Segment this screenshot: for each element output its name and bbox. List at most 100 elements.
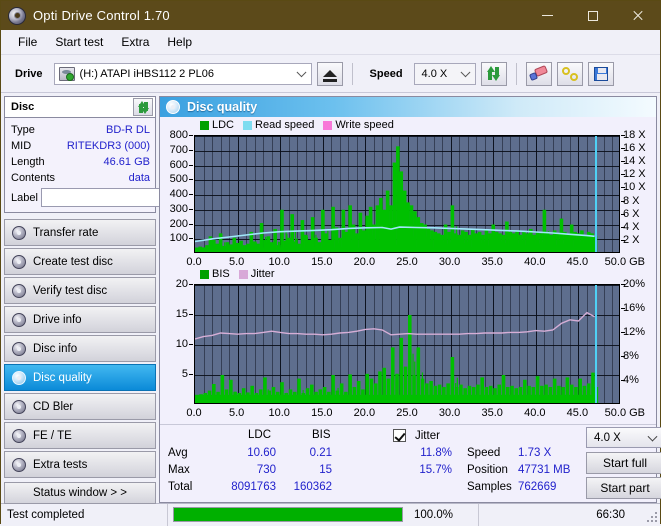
status-window-button[interactable]: Status window > >	[4, 482, 156, 504]
x-tick-label: 50.0 GB	[605, 407, 645, 419]
x-tick-label: 40.0	[524, 407, 545, 419]
menu-item-help[interactable]: Help	[158, 32, 201, 52]
sidebar-item-drive-info[interactable]: Drive info	[4, 306, 156, 333]
eject-button[interactable]	[317, 62, 343, 86]
y2-tick-label: 4%	[623, 374, 639, 386]
stats-row-label-avg: Avg	[168, 447, 188, 459]
status-bar: Test completed 100.0% 66:30	[1, 503, 660, 525]
legend-label: Jitter	[251, 268, 275, 280]
sidebar-label-create-test-disc: Create test disc	[33, 256, 113, 268]
disc-label-row: Label	[11, 188, 150, 207]
x-tick-label: 5.0	[229, 407, 244, 419]
close-icon	[632, 10, 643, 21]
test-speed-select[interactable]: 4.0 X	[586, 427, 661, 448]
stats-area: LDC BIS Avg Max Total 10.60 730 8091763 …	[160, 424, 656, 502]
stats-header-bis: BIS	[312, 429, 331, 441]
refresh-button[interactable]	[481, 62, 507, 86]
position-stat-value: 47731 MB	[518, 464, 570, 476]
drive-label: Drive	[7, 68, 49, 80]
sidebar: Disc Type BD-R DL MID RITEKDR3 (000)	[1, 93, 158, 503]
disc-row-length: Length 46.61 GB	[11, 154, 150, 170]
disc-value-mid: RITEKDR3 (000)	[67, 140, 150, 152]
eraser-icon	[530, 67, 547, 80]
sidebar-item-cd-bler[interactable]: CD Bler	[4, 393, 156, 420]
toolbar-divider	[352, 63, 353, 85]
sidebar-label-cd-bler: CD Bler	[33, 401, 73, 413]
page-title: Disc quality	[187, 100, 257, 114]
sidebar-label-disc-info: Disc info	[33, 343, 77, 355]
chain-button[interactable]	[557, 62, 583, 86]
disc-refresh-button[interactable]	[133, 98, 153, 116]
status-message: Test completed	[1, 504, 167, 526]
stats-value-ldc-avg: 10.60	[226, 447, 276, 459]
sidebar-item-create-test-disc[interactable]: Create test disc	[4, 248, 156, 275]
y2-tick-mark	[621, 380, 625, 381]
y-tick-mark	[189, 344, 193, 345]
x-tick-label: 25.0	[396, 407, 417, 419]
speed-stat-value: 1.73 X	[518, 447, 551, 459]
disc-value-contents: data	[129, 172, 150, 184]
sidebar-item-disc-info[interactable]: Disc info	[4, 335, 156, 362]
sidebar-item-disc-quality[interactable]: Disc quality	[4, 364, 156, 391]
sidebar-label-extra-tests: Extra tests	[33, 459, 87, 471]
jitter-checkbox[interactable]	[393, 429, 406, 442]
erase-button[interactable]	[526, 62, 552, 86]
eject-icon	[323, 70, 337, 77]
disc-label-caption: Label	[11, 192, 38, 204]
menu-item-file[interactable]: File	[9, 32, 46, 52]
charts-area: LDCRead speedWrite speed1002003004005006…	[160, 117, 656, 424]
disc-quality-panel: Disc quality LDCRead speedWrite speed100…	[159, 96, 657, 503]
y2-tick-label: 16%	[623, 302, 645, 314]
menu-item-extra[interactable]: Extra	[112, 32, 158, 52]
stats-row-label-max: Max	[168, 464, 190, 476]
cursor-line	[595, 285, 597, 403]
legend-swatch	[200, 270, 209, 279]
start-full-button[interactable]: Start full	[586, 452, 661, 474]
chevron-down-icon	[648, 431, 658, 441]
maximize-button[interactable]	[570, 1, 615, 30]
resize-grip[interactable]	[643, 508, 657, 522]
y2-tick-label: 8%	[623, 350, 639, 362]
refresh-icon	[137, 101, 150, 114]
sidebar-item-fe-te[interactable]: FE / TE	[4, 422, 156, 449]
y-tick-label: 5	[160, 368, 188, 380]
sidebar-item-verify-test-disc[interactable]: Verify test disc	[4, 277, 156, 304]
close-button[interactable]	[615, 1, 660, 30]
sidebar-label-verify-test-disc: Verify test disc	[33, 285, 107, 297]
chain-icon	[562, 67, 578, 81]
save-button[interactable]	[588, 62, 614, 86]
drive-icon	[59, 67, 75, 81]
title-bar: Opti Drive Control 1.70	[1, 1, 660, 30]
refresh-icon	[486, 66, 501, 81]
x-tick-label: 0.0	[186, 407, 201, 419]
disc-icon	[12, 284, 26, 298]
legend-swatch	[239, 270, 248, 279]
start-part-button[interactable]: Start part	[586, 477, 661, 499]
sidebar-item-extra-tests[interactable]: Extra tests	[4, 451, 156, 478]
y2-tick-mark	[621, 356, 625, 357]
test-speed-value: 4.0 X	[594, 432, 621, 444]
y-tick-mark	[189, 284, 193, 285]
y-tick-label: 10	[160, 338, 188, 350]
disc-panel: Disc Type BD-R DL MID RITEKDR3 (000)	[4, 96, 156, 213]
disc-icon	[12, 342, 26, 356]
y2-tick-label: 20%	[623, 278, 645, 290]
legend-item-bis: BIS	[200, 268, 230, 280]
window-title: Opti Drive Control 1.70	[33, 8, 170, 23]
legend-label: BIS	[212, 268, 230, 280]
menu-item-start-test[interactable]: Start test	[46, 32, 112, 52]
speed-select[interactable]: 4.0 X	[414, 63, 476, 85]
disc-panel-header: Disc	[5, 97, 155, 118]
samples-stat-value: 762669	[518, 481, 556, 493]
x-tick-label: 30.0	[439, 407, 460, 419]
stats-row-label-total: Total	[168, 481, 192, 493]
disc-icon	[12, 429, 26, 443]
series-jitter	[195, 313, 595, 339]
minimize-button[interactable]	[525, 1, 570, 30]
jitter-avg-value: 11.8%	[400, 447, 452, 459]
toolbar: Drive (H:) ATAPI iHBS112 2 PL06 Speed 4.…	[1, 55, 660, 93]
sidebar-item-transfer-rate[interactable]: Transfer rate	[4, 219, 156, 246]
main-panel: Disc quality LDCRead speedWrite speed100…	[158, 93, 660, 503]
drive-select[interactable]: (H:) ATAPI iHBS112 2 PL06	[54, 63, 312, 85]
toolbar-divider-2	[516, 63, 517, 85]
